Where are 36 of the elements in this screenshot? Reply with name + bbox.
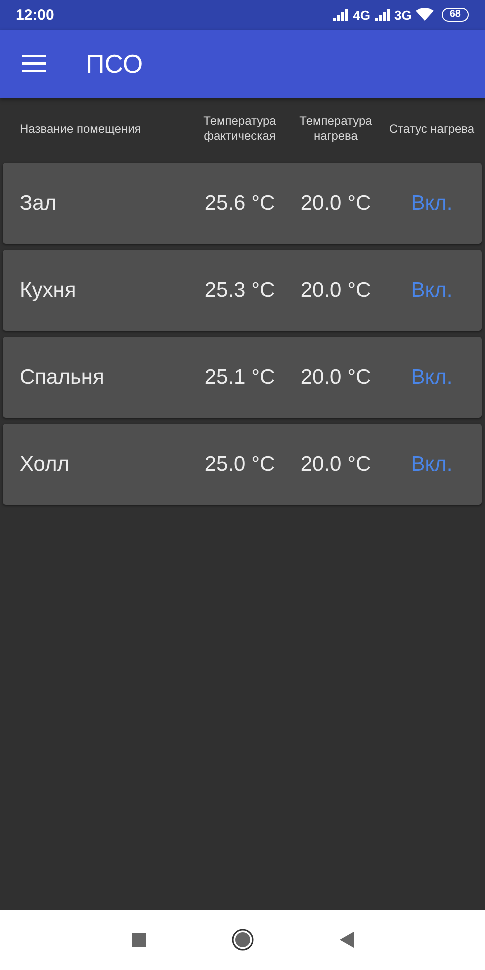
actual-temperature: 25.6 °C [204, 192, 276, 216]
room-row[interactable]: Зал 25.6 °C 20.0 °C Вкл. [3, 163, 482, 244]
room-name: Кухня [20, 278, 78, 302]
home-icon[interactable] [232, 929, 254, 951]
app-title: ПСО [86, 48, 144, 80]
clock-time: 12:00 [16, 6, 56, 24]
heating-status: Вкл. [410, 366, 454, 390]
column-header: Температура нагрева [298, 114, 374, 144]
room-name: Холл [20, 452, 70, 476]
column-header: Температура фактическая [202, 114, 278, 144]
actual-temperature: 25.3 °C [204, 278, 276, 302]
target-temperature: 20.0 °C [300, 192, 372, 216]
room-row[interactable]: Спальня 25.1 °C 20.0 °C Вкл. [3, 337, 482, 418]
battery-level: 68 [442, 8, 469, 22]
heating-status: Вкл. [410, 278, 454, 302]
room-name: Спальня [20, 366, 106, 390]
actual-temperature: 25.1 °C [204, 366, 276, 390]
room-row[interactable]: Холл 25.0 °C 20.0 °C Вкл. [3, 424, 482, 505]
actual-temperature: 25.0 °C [204, 452, 276, 476]
column-header: Название помещения [20, 122, 142, 136]
network-type: 3G [394, 8, 412, 22]
room-row[interactable]: Кухня 25.3 °C 20.0 °C Вкл. [3, 250, 482, 331]
target-temperature: 20.0 °C [300, 452, 372, 476]
heating-status: Вкл. [410, 452, 454, 476]
target-temperature: 20.0 °C [300, 366, 372, 390]
column-header: Статус нагрева [388, 122, 476, 136]
network-type: 4G [353, 8, 371, 22]
back-icon[interactable] [340, 932, 354, 948]
menu-icon[interactable] [22, 55, 46, 73]
room-name: Зал [20, 192, 58, 216]
recents-icon[interactable] [132, 933, 146, 947]
signal-icon [333, 9, 350, 21]
heating-status: Вкл. [410, 192, 454, 216]
target-temperature: 20.0 °C [300, 278, 372, 302]
wifi-icon [416, 8, 434, 22]
signal-icon [374, 9, 391, 21]
